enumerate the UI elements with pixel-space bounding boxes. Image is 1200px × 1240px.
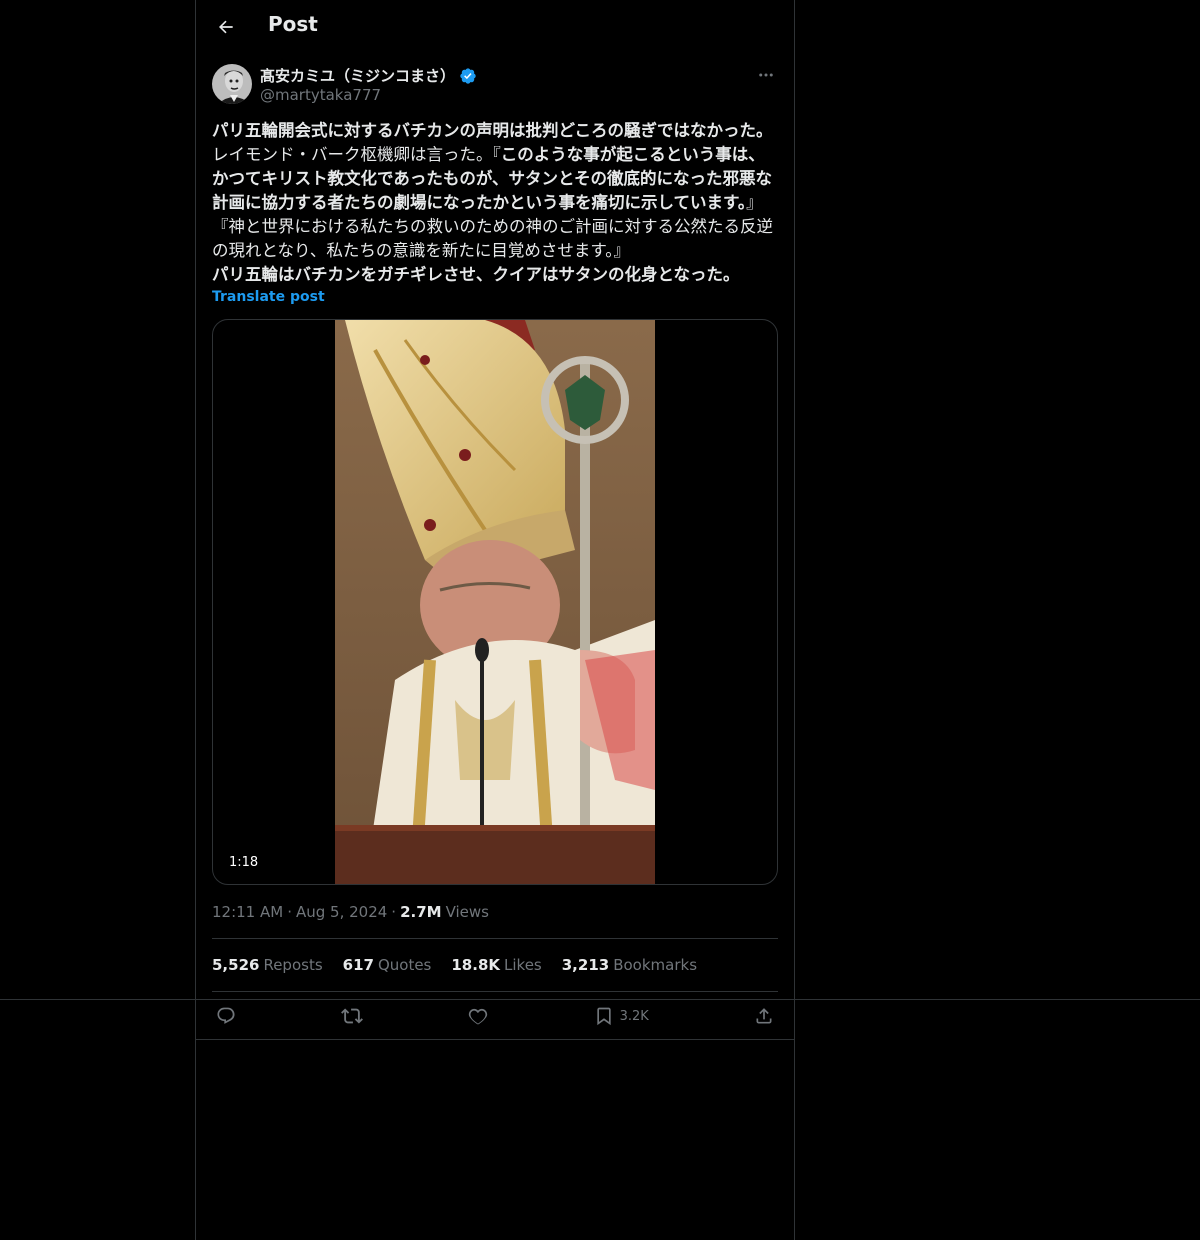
video-duration: 1:18 bbox=[223, 853, 265, 872]
post-text: パリ五輪開会式に対するバチカンの声明は批判どころの騒ぎではなかった。レイモンド・… bbox=[212, 119, 778, 287]
header: Post bbox=[196, 0, 794, 54]
quotes-label: Quotes bbox=[377, 956, 432, 974]
bookmarks-stat[interactable]: 3,213 Bookmarks bbox=[562, 956, 697, 974]
views-count: 2.7M bbox=[400, 903, 442, 921]
translate-post-link[interactable]: Translate post bbox=[212, 289, 325, 305]
reply-icon bbox=[217, 1007, 235, 1024]
reposts-stat[interactable]: 5,526 Reposts bbox=[212, 956, 323, 974]
bookmark-icon bbox=[596, 1007, 611, 1026]
repost-icon bbox=[341, 1008, 364, 1024]
verified-badge-icon bbox=[460, 67, 476, 84]
bookmarks-count: 3,213 bbox=[561, 956, 610, 974]
divider bbox=[212, 991, 778, 992]
arrow-left-icon bbox=[219, 20, 233, 34]
views-label: Views bbox=[445, 903, 489, 921]
display-name[interactable]: 髙安カミユ（ミジンコまさ） bbox=[260, 65, 455, 86]
engagement-stats: 5,526 Reposts 617 Quotes 18.8K Likes 3,213 B… bbox=[212, 956, 697, 974]
post-text-segment: パリ五輪開会式に対するバチカンの声明は批判どころの騒ぎではなかった。 bbox=[212, 121, 773, 140]
repost-button[interactable] bbox=[341, 1005, 364, 1027]
share-button[interactable] bbox=[754, 1006, 774, 1026]
page-title: Post bbox=[268, 12, 318, 36]
quotes-stat[interactable]: 617 Quotes bbox=[343, 956, 432, 974]
author-handle[interactable]: @martytaka777 bbox=[260, 86, 381, 104]
heart-icon bbox=[469, 1008, 488, 1025]
video-player[interactable]: 1:18 bbox=[212, 319, 778, 885]
more-dots-icon bbox=[759, 73, 773, 77]
post-text-segment: レイモンド・バーク枢機卿は言った。『 bbox=[212, 145, 501, 164]
meta-separator: · bbox=[287, 903, 292, 921]
post-date[interactable]: Aug 5, 2024 bbox=[296, 903, 387, 921]
meta-separator: · bbox=[391, 903, 397, 921]
back-button[interactable] bbox=[208, 9, 244, 45]
quotes-count: 617 bbox=[342, 956, 374, 974]
post-author: 髙安カミユ（ミジンコまさ） @martytaka777 bbox=[212, 64, 778, 108]
action-bar: 3.2K bbox=[212, 1002, 778, 1030]
video-thumbnail bbox=[335, 320, 655, 884]
divider bbox=[212, 938, 778, 939]
bookmark-count: 3.2K bbox=[619, 1008, 649, 1024]
divider bbox=[196, 1039, 794, 1040]
post-column: Post 髙安カミユ（ミジンコまさ） @martytaka777 パリ五輪開会式… bbox=[195, 0, 795, 1240]
avatar[interactable] bbox=[212, 64, 252, 104]
post-text-segment: パリ五輪はバチカンをガチギレさせ、クイアはサタンの化身となった。 bbox=[212, 265, 740, 284]
reply-button[interactable] bbox=[216, 1006, 236, 1026]
avatar-image bbox=[212, 64, 252, 104]
likes-label: Likes bbox=[504, 956, 542, 974]
more-options-button[interactable] bbox=[754, 64, 778, 86]
reposts-label: Reposts bbox=[263, 956, 323, 974]
like-button[interactable] bbox=[468, 1006, 488, 1026]
post-meta: 12:11 AM · Aug 5, 2024 · 2.7M Views bbox=[212, 903, 489, 921]
post-time[interactable]: 12:11 AM bbox=[212, 903, 283, 921]
reposts-count: 5,526 bbox=[212, 956, 260, 974]
likes-stat[interactable]: 18.8K Likes bbox=[451, 956, 541, 974]
share-icon bbox=[756, 1008, 772, 1024]
name-row: 髙安カミユ（ミジンコまさ） bbox=[260, 65, 477, 86]
bookmarks-label: Bookmarks bbox=[613, 956, 698, 974]
likes-count: 18.8K bbox=[451, 956, 501, 974]
bookmark-button[interactable]: 3.2K bbox=[594, 1006, 649, 1026]
